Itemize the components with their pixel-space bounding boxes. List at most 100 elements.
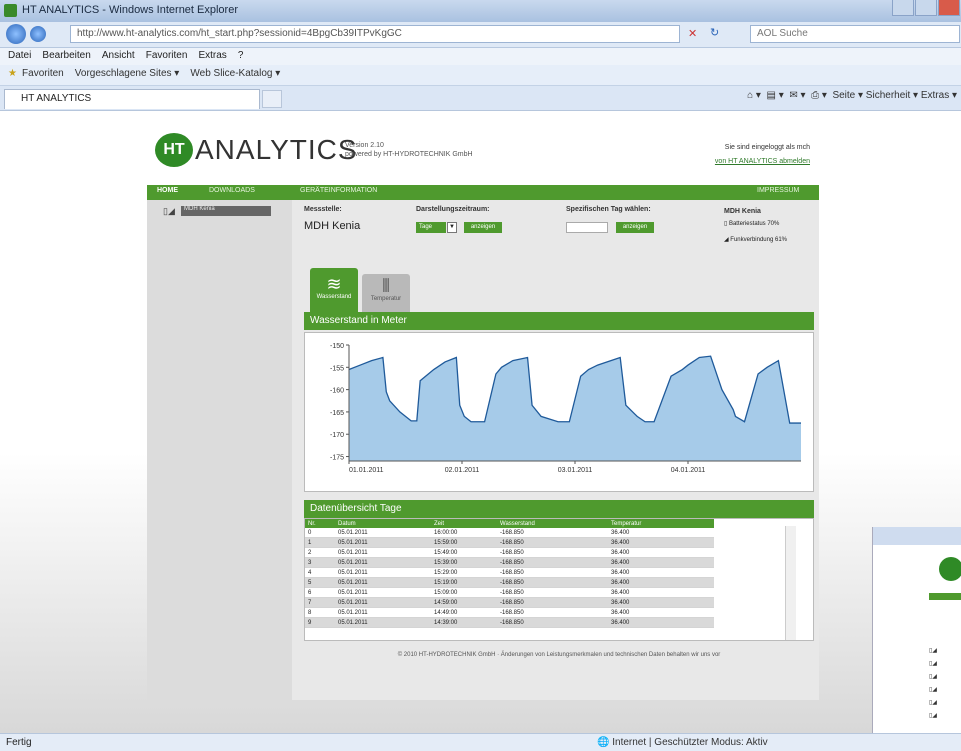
table-cell: -168.850 [497,587,608,598]
logo-mark: HT [155,133,193,167]
table-cell: -168.850 [497,597,608,608]
mail-icon[interactable]: ✉ ▾ [789,90,805,101]
stop-icon[interactable]: ✕ [688,27,697,40]
y-tick-label: -150 [330,343,344,350]
logged-in-text: Sie sind eingeloggt als mch [724,144,810,151]
window-controls [891,0,961,18]
tab-water-level[interactable]: ≋ Wasserstand [310,268,358,312]
y-tick-label: -155 [330,365,344,372]
command-menu[interactable]: Seite ▾ Sicherheit ▾ Extras ▾ [832,90,957,101]
menu-help[interactable]: ? [238,50,244,61]
nav-downloads[interactable]: DOWNLOADS [209,187,255,194]
favorites-button[interactable]: Favoriten [22,68,64,79]
web-slice-link[interactable]: Web Slice-Katalog ▾ [190,68,280,79]
maximize-button[interactable] [915,0,937,16]
col-time: Zeit [431,519,497,528]
menu-view[interactable]: Ansicht [102,50,135,61]
table-cell: 14:39:00 [431,617,497,628]
table-scrollbar[interactable] [785,526,796,640]
nav-device-info[interactable]: GERÄTEINFORMATION [300,187,377,194]
table-row[interactable]: 6 05.01.2011 15:09:00 -168.850 36.400 [305,587,714,598]
x-tick-label: 02.01.2011 [445,467,480,474]
table-cell: 05.01.2011 [335,587,431,598]
menu-bar: Datei Bearbeiten Ansicht Favoriten Extra… [0,48,961,65]
tab-temperature[interactable]: ⫴ Temperatur [362,274,410,312]
thumbnail-row: ▯◢ [929,674,937,680]
battery-icon: ▯◢ [163,206,175,216]
table-cell: 1 [305,537,335,548]
control-panel: Messstelle: MDH Kenia Darstellungszeitra… [304,200,814,258]
battery-status: ▯ Batteriestatus 70% [724,220,779,227]
col-water-level: Wasserstand [497,519,608,528]
nav-imprint[interactable]: IMPRESSUM [757,187,799,194]
table-section-title: Datenübersicht Tage [304,500,814,518]
table-row[interactable]: 1 05.01.2011 15:59:00 -168.850 36.400 [305,537,714,548]
refresh-icon[interactable]: ↻ [710,26,719,39]
close-window-button[interactable] [938,0,960,16]
table-row[interactable]: 4 05.01.2011 15:29:00 -168.850 36.400 [305,567,714,578]
logout-link[interactable]: von HT ANALYTICS abmelden [715,158,810,165]
sidebar: ▯◢ MDH Kenia [147,200,292,700]
forward-button[interactable] [30,26,46,42]
table-row[interactable]: 2 05.01.2011 15:49:00 -168.850 36.400 [305,547,714,558]
table-cell: 05.01.2011 [335,597,431,608]
table-cell: 05.01.2011 [335,557,431,568]
sidebar-item-site[interactable]: ▯◢ MDH Kenia [163,206,271,217]
new-tab-button[interactable] [262,90,282,108]
y-tick-label: -160 [330,388,344,395]
water-level-icon: ≋ [326,274,342,294]
table-cell: -168.850 [497,577,608,588]
table-cell: 36.400 [608,597,714,608]
command-bar[interactable]: ⌂ ▾ ▤ ▾ ✉ ▾ ⎙ ▾ Seite ▾ Sicherheit ▾ Ext… [747,90,957,101]
thumbnail-row: ▯◢ [929,648,937,654]
menu-file[interactable]: Datei [8,50,31,61]
table-cell: 36.400 [608,547,714,558]
table-cell: 0 [305,528,335,538]
chevron-down-icon[interactable]: ▼ [447,222,457,233]
version-line: Version 2.10 [345,142,384,149]
table-row[interactable]: 0 05.01.2011 16:00:00 -168.850 36.400 [305,528,714,538]
status-title: MDH Kenia [724,208,761,215]
table-row[interactable]: 3 05.01.2011 15:39:00 -168.850 36.400 [305,557,714,568]
search-input[interactable]: AOL Suche [750,25,960,43]
back-button[interactable] [6,24,26,44]
temperature-icon: ⫴ [382,276,390,296]
day-input[interactable] [566,222,608,233]
thumbnail-nav [929,593,961,600]
minimize-button[interactable] [892,0,914,16]
thumbnail-row: ▯◢ [929,700,937,706]
col-nr: Nr. [305,519,335,528]
page-viewport: HT ANALYTICS Version 2.10 powered by HT-H… [0,111,961,733]
y-tick-label: -170 [330,432,344,439]
period-select[interactable]: Tage [416,222,446,233]
table-cell: -168.850 [497,557,608,568]
table-cell: 9 [305,617,335,628]
period-show-button[interactable]: anzeigen [464,222,502,233]
x-tick-label: 03.01.2011 [558,467,593,474]
table-cell: 6 [305,587,335,598]
page-footer: © 2010 HT-HYDROTECHNIK GmbH · Änderungen… [397,652,721,658]
table-row[interactable]: 7 05.01.2011 14:59:00 -168.850 36.400 [305,597,714,608]
day-show-button[interactable]: anzeigen [616,222,654,233]
favorites-star-icon: ★ [8,68,17,79]
browser-tab[interactable]: HT ANALYTICS [4,89,260,109]
menu-edit[interactable]: Bearbeiten [42,50,90,61]
chart-section-title: Wasserstand in Meter [304,312,814,330]
suggested-sites-link[interactable]: Vorgeschlagene Sites ▾ [75,68,180,79]
table-cell: 2 [305,547,335,558]
feeds-icon[interactable]: ▤ ▾ [767,90,784,101]
nav-home[interactable]: HOME [157,187,178,194]
home-icon[interactable]: ⌂ ▾ [747,90,761,101]
menu-tools[interactable]: Extras [198,50,226,61]
print-icon[interactable]: ⎙ ▾ [811,90,827,101]
table-row[interactable]: 9 05.01.2011 14:39:00 -168.850 36.400 [305,617,714,628]
url-field[interactable]: http://www.ht-analytics.com/ht_start.php… [70,25,680,43]
secondary-window-thumbnail[interactable]: ▯◢ ▯◢ ▯◢ ▯◢ ▯◢ ▯◢ [872,527,961,733]
table-row[interactable]: 8 05.01.2011 14:49:00 -168.850 36.400 [305,607,714,618]
site-label: MDH Kenia [181,206,271,216]
table-cell: 36.400 [608,567,714,578]
table-cell: 5 [305,577,335,588]
menu-favorites[interactable]: Favoriten [146,50,188,61]
table-row[interactable]: 5 05.01.2011 15:19:00 -168.850 36.400 [305,577,714,588]
table-cell: 36.400 [608,607,714,618]
